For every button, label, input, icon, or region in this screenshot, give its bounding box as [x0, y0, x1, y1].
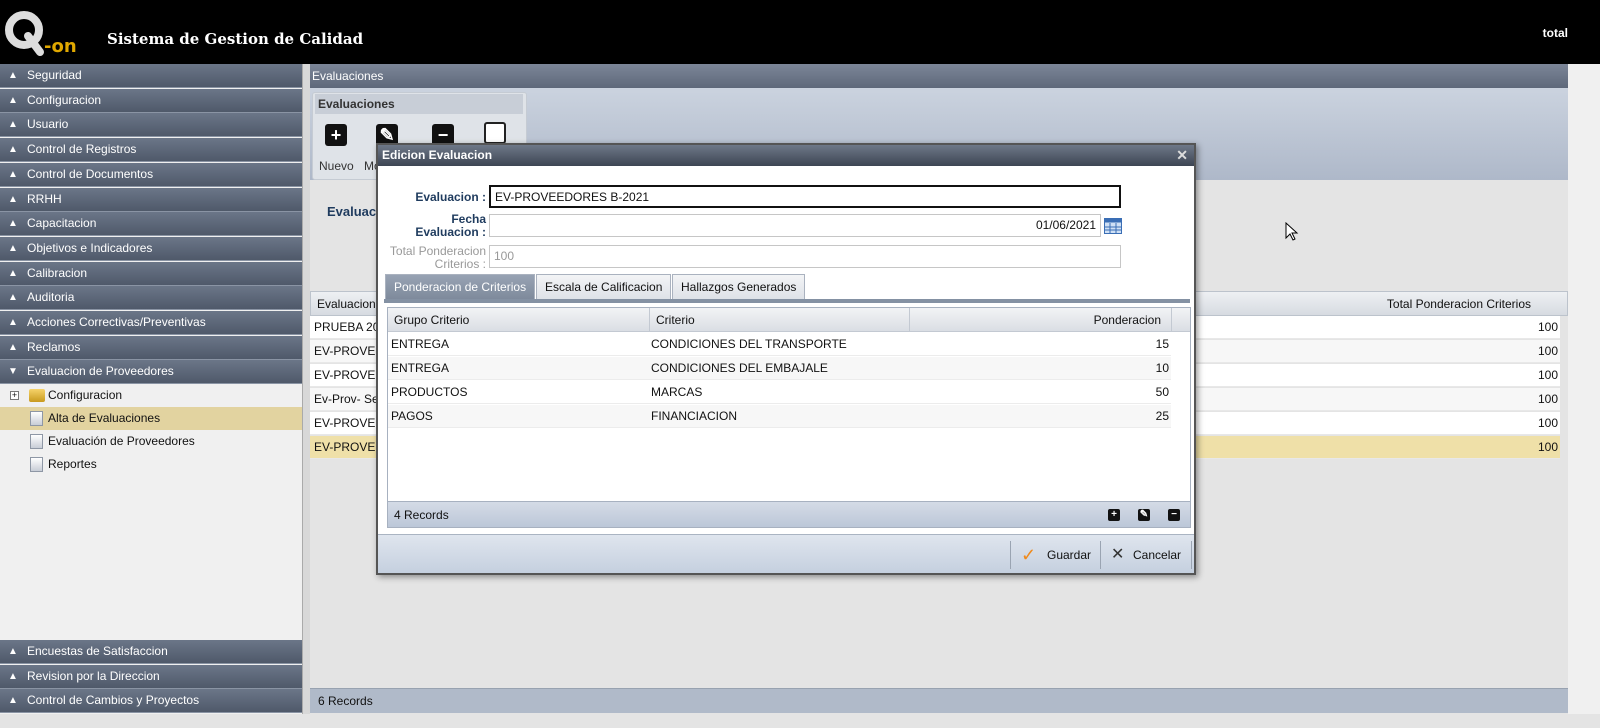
- tab-escala-calificacion[interactable]: Escala de Calificacion: [536, 274, 672, 300]
- sidebar-section[interactable]: ▲ Calibracion: [0, 261, 302, 286]
- sidebar-section[interactable]: ▲ Seguridad: [0, 64, 302, 88]
- user-name[interactable]: total: [1543, 26, 1568, 40]
- grid-footer: 6 Records: [310, 688, 1568, 713]
- expand-icon[interactable]: +: [10, 391, 19, 400]
- sidebar-splitter[interactable]: [302, 64, 310, 714]
- sidebar-section[interactable]: ▲ Encuestas de Satisfaccion: [0, 640, 302, 664]
- chevron-up-icon: ▲: [8, 193, 18, 205]
- total-ponderacion-input: 100: [489, 245, 1121, 268]
- chevron-up-icon: ▲: [8, 317, 18, 328]
- chevron-up-icon: ▲: [8, 218, 18, 230]
- svg-text:-on: -on: [44, 36, 77, 57]
- tab-ponderacion-criterios[interactable]: Ponderacion de Criterios: [385, 274, 536, 300]
- chevron-up-icon: ▲: [8, 168, 18, 180]
- sidebar-section[interactable]: ▲ Usuario: [0, 113, 302, 138]
- evaluacion-label: Evaluacion :: [415, 190, 486, 204]
- fecha-label: Fecha Evaluacion :: [415, 212, 486, 239]
- toolbar-title: Evaluaciones: [315, 94, 523, 114]
- tree-item-reportes[interactable]: Reportes: [0, 453, 302, 476]
- edit-icon[interactable]: ✎: [1138, 509, 1150, 521]
- criteria-grid-header: Grupo Criterio Criterio Ponderacion: [388, 308, 1190, 332]
- criteria-grid: Grupo Criterio Criterio Ponderacion ENTR…: [387, 307, 1191, 528]
- chevron-down-icon: ▼: [8, 366, 18, 377]
- dialog-title: Edicion Evaluacion ✕: [378, 145, 1194, 166]
- chevron-up-icon: ▲: [8, 341, 18, 353]
- tab-strip: [384, 299, 1190, 303]
- sidebar-section[interactable]: ▲ Control de Documentos: [0, 162, 302, 187]
- sidebar-section[interactable]: ▲ Reclamos: [0, 335, 302, 360]
- save-button[interactable]: ✓ Guardar: [1010, 541, 1100, 569]
- folder-icon: [29, 389, 45, 402]
- x-icon: ✕: [1111, 546, 1125, 563]
- sidebar-section[interactable]: ▲ Control de Cambios y Proyectos: [0, 689, 302, 714]
- mouse-cursor-icon: [1285, 222, 1299, 241]
- page-icon: [30, 411, 43, 426]
- sidebar-section[interactable]: ▲ Revision por la Direccion: [0, 664, 302, 689]
- chevron-up-icon: ▲: [8, 94, 18, 106]
- dialog-button-bar: ✓ Guardar ✕ Cancelar: [378, 534, 1194, 573]
- q-on-logo: -on: [5, 11, 77, 57]
- evaluacion-input[interactable]: EV-PROVEEDORES B-2021: [489, 185, 1121, 208]
- criteria-grid-footer: 4 Records + ✎ −: [388, 501, 1190, 527]
- page-icon: [30, 457, 43, 472]
- criteria-row[interactable]: ENTREGA CONDICIONES DEL TRANSPORTE 15: [388, 333, 1171, 356]
- sidebar-section[interactable]: ▲ Acciones Correctivas/Preventivas: [0, 311, 302, 335]
- cancel-button[interactable]: ✕ Cancelar: [1100, 541, 1192, 569]
- criteria-row[interactable]: PRODUCTOS MARCAS 50: [388, 381, 1171, 404]
- total-ponderacion-label: Total Ponderacion Criterios :: [389, 244, 486, 271]
- chevron-up-icon: ▲: [8, 242, 18, 254]
- calendar-icon[interactable]: [1104, 218, 1122, 234]
- close-icon[interactable]: ✕: [1176, 145, 1188, 166]
- fecha-input[interactable]: 01/06/2021: [489, 214, 1101, 237]
- app-header: -on Sistema de Gestion de Calidad total: [0, 0, 1600, 64]
- sidebar-section[interactable]: ▲ Objetivos e Indicadores: [0, 236, 302, 261]
- tab-hallazgos-generados[interactable]: Hallazgos Generados: [672, 274, 806, 300]
- page-icon: [30, 434, 43, 449]
- app-title: Sistema de Gestion de Calidad: [107, 30, 364, 48]
- chevron-up-icon: ▲: [8, 144, 18, 156]
- tree-item-configuracion[interactable]: + Configuracion: [0, 384, 302, 407]
- tree-item-alta-evaluaciones[interactable]: Alta de Evaluaciones: [0, 407, 302, 430]
- column-grupo-criterio[interactable]: Grupo Criterio: [388, 308, 650, 332]
- export-icon[interactable]: [484, 122, 506, 144]
- main-title: Evaluaciones: [310, 64, 1568, 88]
- chevron-up-icon: ▲: [8, 70, 18, 81]
- add-icon[interactable]: +: [325, 124, 347, 146]
- chevron-up-icon: ▲: [8, 695, 18, 707]
- chevron-up-icon: ▲: [8, 267, 18, 279]
- sidebar-section[interactable]: ▲ Configuracion: [0, 88, 302, 113]
- sidebar-section[interactable]: ▲ Auditoria: [0, 286, 302, 311]
- sidebar: ▲ Seguridad ▲ Configuracion ▲ Usuario ▲ Control…: [0, 64, 302, 714]
- criteria-row[interactable]: ENTREGA CONDICIONES DEL EMBAJALE 10: [388, 357, 1171, 380]
- edit-evaluation-dialog: Edicion Evaluacion ✕ Evaluacion : EV-PROV…: [376, 143, 1196, 575]
- sidebar-section[interactable]: ▲ RRHH: [0, 187, 302, 212]
- page-scrollbar[interactable]: [1568, 64, 1600, 714]
- criteria-row[interactable]: PAGOS FINANCIACION 25: [388, 405, 1171, 428]
- column-criterio[interactable]: Criterio: [650, 308, 910, 332]
- column-total-ponderacion[interactable]: Total Ponderacion Criterios: [1387, 292, 1531, 316]
- new-button[interactable]: Nuevo: [319, 159, 354, 173]
- tree-item-evaluacion-proveedores[interactable]: Evaluación de Proveedores: [0, 430, 302, 453]
- sidebar-section-evaluacion-proveedores[interactable]: ▼ Evaluacion de Proveedores: [0, 360, 302, 384]
- chevron-up-icon: ▲: [8, 670, 18, 682]
- add-icon[interactable]: +: [1108, 509, 1120, 521]
- sidebar-section[interactable]: ▲ Control de Registros: [0, 138, 302, 163]
- sidebar-section[interactable]: ▲ Capacitacion: [0, 212, 302, 237]
- column-ponderacion[interactable]: Ponderacion: [910, 308, 1172, 332]
- checkmark-icon: ✓: [1021, 545, 1037, 565]
- chevron-up-icon: ▲: [8, 119, 18, 131]
- chevron-up-icon: ▲: [8, 646, 18, 657]
- column-evaluacion[interactable]: Evaluacion: [317, 292, 376, 316]
- chevron-up-icon: ▲: [8, 292, 18, 304]
- remove-icon[interactable]: −: [1168, 509, 1180, 521]
